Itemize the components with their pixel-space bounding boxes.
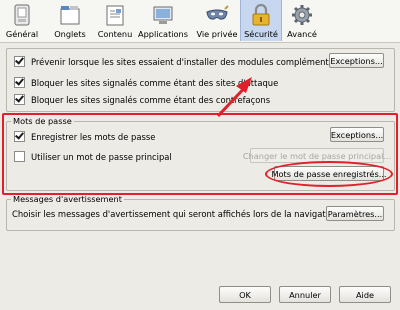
- annotation-arrow: [216, 77, 252, 118]
